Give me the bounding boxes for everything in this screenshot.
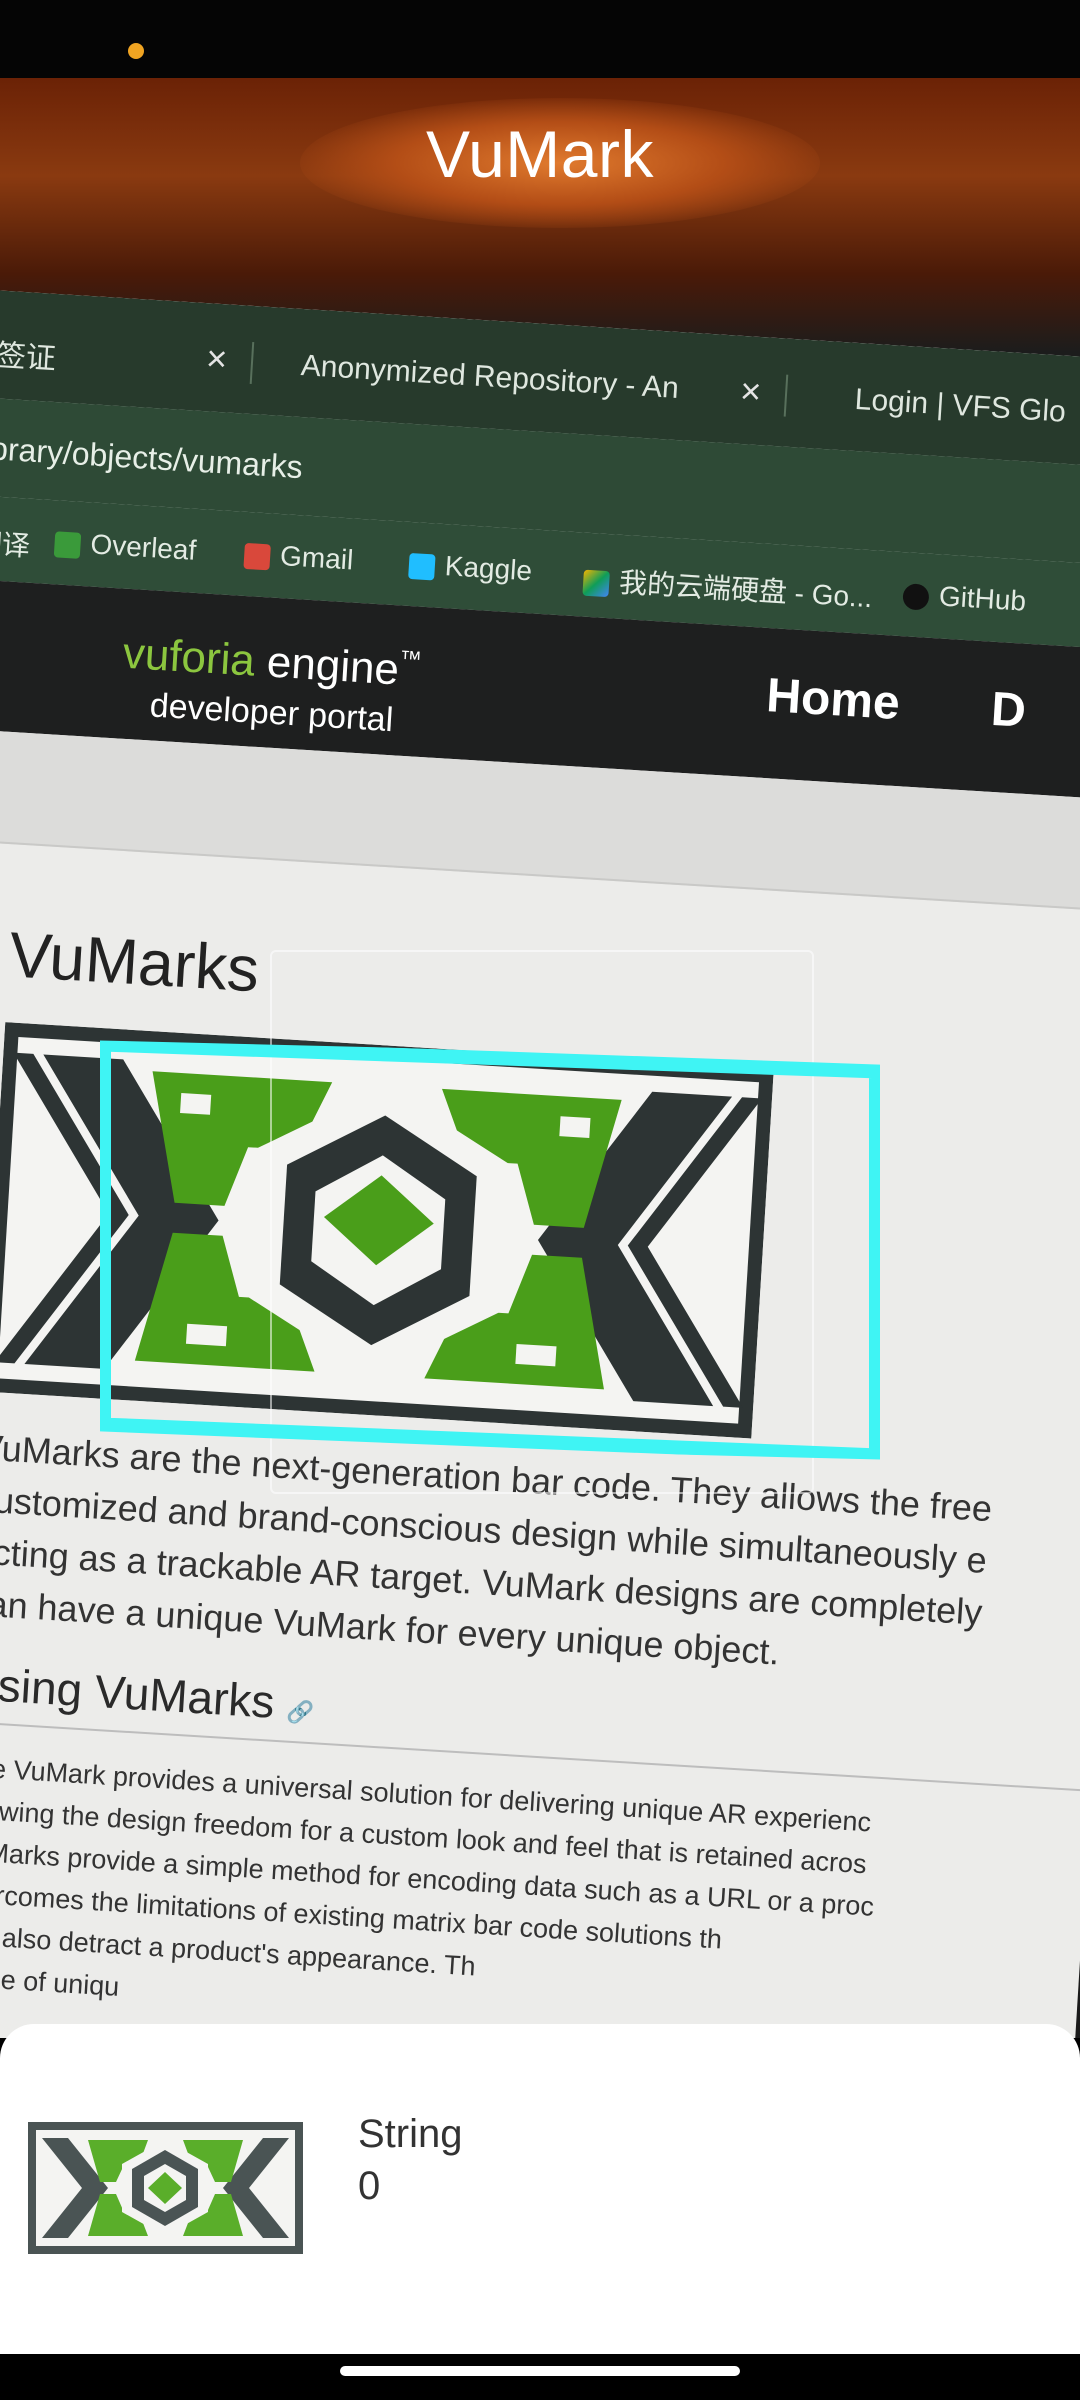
url-text: brary/objects/vumarks xyxy=(0,430,304,486)
close-icon: × xyxy=(204,337,229,380)
result-type-label: String xyxy=(358,2112,463,2156)
vumark-tracking-outline xyxy=(97,1037,883,1463)
github-icon xyxy=(902,582,930,611)
bookmark-translate: le 翻译 xyxy=(0,526,31,562)
vumark-thumbnail-icon xyxy=(28,2122,303,2254)
nav-home: Home xyxy=(765,669,902,731)
result-value: 0 xyxy=(358,2164,381,2208)
home-indicator[interactable] xyxy=(340,2366,740,2376)
status-bar xyxy=(0,0,1080,78)
close-icon: × xyxy=(738,369,763,413)
bookmark-drive: 我的云端硬盘 - Go... xyxy=(582,559,873,617)
bookmark-kaggle: Kaggle xyxy=(408,548,533,587)
tab-divider xyxy=(249,341,255,384)
bookmark-overleaf: Overleaf xyxy=(53,526,198,567)
bookmark-github: GitHub xyxy=(902,578,1027,617)
gmail-icon xyxy=(243,542,271,571)
bookmark-gmail: Gmail xyxy=(243,538,354,577)
kaggle-icon xyxy=(408,552,436,581)
result-sheet[interactable]: String 0 xyxy=(0,2024,1080,2354)
nav-item-d: D xyxy=(989,682,1028,738)
overleaf-icon xyxy=(53,530,82,559)
gesture-nav-bar xyxy=(0,2354,1080,2400)
privacy-indicator-icon xyxy=(128,43,144,59)
link-icon: 🔗 xyxy=(285,1698,315,1726)
section-heading: Using VuMarks 🔗 xyxy=(0,1656,315,1728)
section-paragraph: The VuMark provides a universal solution… xyxy=(0,1751,875,2002)
app-title: VuMark xyxy=(426,117,654,191)
logo-subtitle: developer portal xyxy=(148,686,395,740)
tab-divider xyxy=(783,374,789,417)
page-title: VuMarks xyxy=(7,918,262,1006)
browser-tab-2: Anonymized Repository - An xyxy=(299,348,680,406)
google-drive-icon xyxy=(582,569,610,597)
browser-tab-1: …签证 xyxy=(0,337,57,376)
browser-tab-3: Login | VFS Glo xyxy=(853,382,1067,429)
